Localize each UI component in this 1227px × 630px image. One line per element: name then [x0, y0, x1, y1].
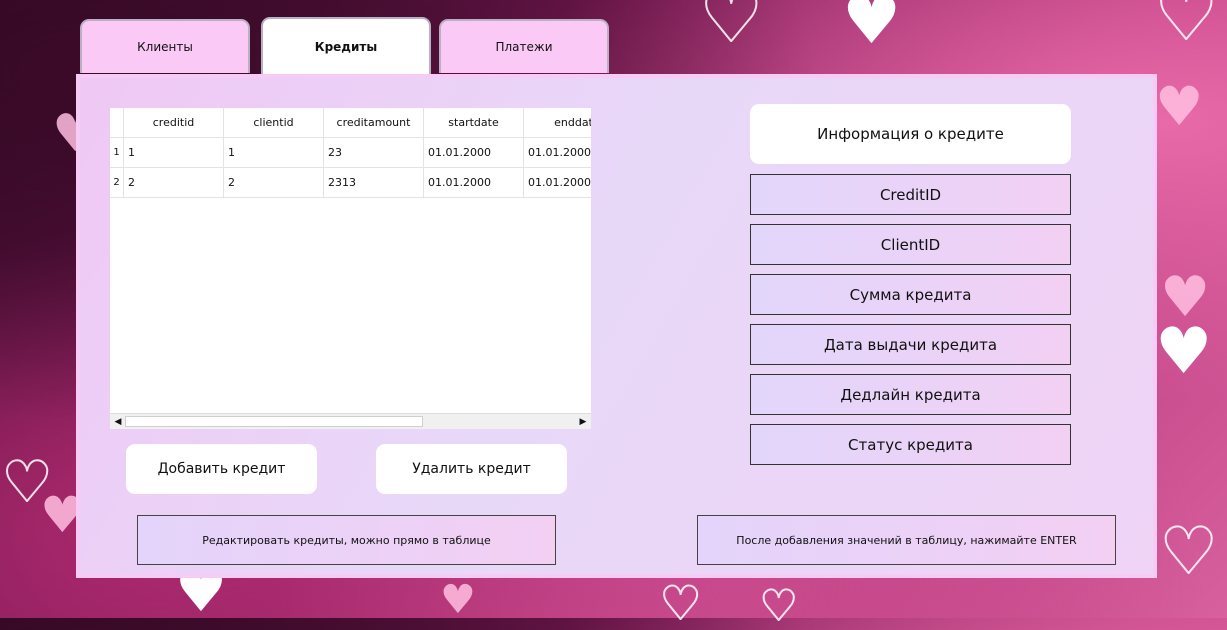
tab-bar: Клиенты Кредиты Платежи: [80, 17, 618, 75]
field-credit-amount[interactable]: Сумма кредита: [750, 274, 1071, 315]
heart-icon: ♥: [1155, 315, 1213, 389]
heart-icon: ♥: [1155, 75, 1204, 138]
field-start-date[interactable]: Дата выдачи кредита: [750, 324, 1071, 365]
edit-hint-button[interactable]: Редактировать кредиты, можно прямо в таб…: [137, 515, 556, 565]
field-deadline[interactable]: Дедлайн кредита: [750, 374, 1071, 415]
credit-info-title: Информация о кредите: [750, 104, 1071, 164]
tab-credits[interactable]: Кредиты: [261, 17, 431, 75]
table-row: 2 2 2 2313 01.01.2000 01.01.2000: [110, 168, 591, 198]
table-cell[interactable]: 1: [224, 138, 324, 168]
table-cell[interactable]: 23: [324, 138, 424, 168]
column-header[interactable]: clientid: [224, 108, 324, 138]
enter-hint-button[interactable]: После добавления значений в таблицу, наж…: [697, 515, 1116, 565]
heart-icon: ♥: [842, 0, 902, 59]
table-header: creditid clientid creditamount startdate…: [110, 108, 591, 138]
table-cell[interactable]: 01.01.2000: [524, 168, 591, 198]
credits-panel: creditid clientid creditamount startdate…: [76, 74, 1157, 578]
corner-cell: [110, 108, 124, 138]
field-credit-id[interactable]: CreditID: [750, 174, 1071, 215]
table-cell[interactable]: 2313: [324, 168, 424, 198]
horizontal-scrollbar[interactable]: ◀ ▶: [110, 413, 591, 429]
delete-credit-button[interactable]: Удалить кредит: [376, 444, 567, 494]
heart-icon: ♥: [699, 0, 764, 58]
table-cell[interactable]: 2: [124, 168, 224, 198]
field-client-id[interactable]: ClientID: [750, 224, 1071, 265]
tab-clients[interactable]: Клиенты: [80, 19, 250, 73]
heart-icon: ♥: [759, 581, 799, 630]
table-row: 1 1 1 23 01.01.2000 01.01.2000: [110, 138, 591, 168]
heart-icon: ♥: [1154, 0, 1219, 56]
column-header[interactable]: creditid: [124, 108, 224, 138]
add-credit-button[interactable]: Добавить кредит: [126, 444, 317, 494]
column-header[interactable]: enddat: [524, 108, 591, 138]
table-cell[interactable]: 01.01.2000: [424, 138, 524, 168]
scroll-left-icon[interactable]: ◀: [111, 416, 125, 428]
row-header[interactable]: 2: [110, 168, 124, 198]
column-header[interactable]: startdate: [424, 108, 524, 138]
table-cell[interactable]: 2: [224, 168, 324, 198]
credits-table[interactable]: creditid clientid creditamount startdate…: [110, 108, 591, 429]
heart-icon: ♥: [1159, 515, 1218, 589]
heart-icon: ♥: [1160, 265, 1211, 330]
tab-payments[interactable]: Платежи: [439, 19, 609, 73]
table-cell[interactable]: 1: [124, 138, 224, 168]
table-cell[interactable]: 01.01.2000: [424, 168, 524, 198]
scrollbar-thumb[interactable]: [125, 416, 423, 427]
table-cell[interactable]: 01.01.2000: [524, 138, 591, 168]
heart-icon: ♥: [1, 450, 53, 515]
row-header[interactable]: 1: [110, 138, 124, 168]
field-status[interactable]: Статус кредита: [750, 424, 1071, 465]
heart-icon: ♥: [440, 577, 476, 623]
heart-icon: ♥: [659, 576, 702, 630]
column-header[interactable]: creditamount: [324, 108, 424, 138]
scroll-right-icon[interactable]: ▶: [576, 416, 590, 428]
